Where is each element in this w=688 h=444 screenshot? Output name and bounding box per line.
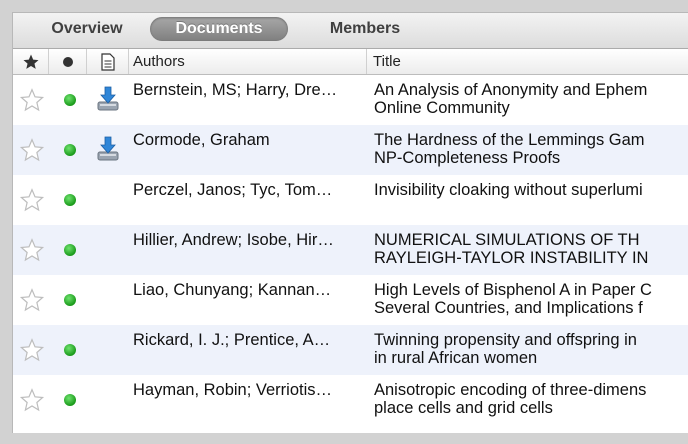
favorite-star-icon[interactable] — [19, 287, 45, 313]
authors-cell: Perczel, Janos; Tyc, Tom… — [133, 181, 333, 199]
read-status-dot-icon[interactable] — [64, 344, 76, 356]
title-line-1: Invisibility cloaking without superlumi — [374, 181, 643, 199]
library-window: Overview Documents Members Authors Title… — [12, 12, 688, 433]
title-cell: An Analysis of Anonymity and Ephem Online… — [374, 81, 688, 117]
title-line-1: Anisotropic encoding of three-dimens — [374, 381, 647, 399]
read-status-dot-icon[interactable] — [64, 394, 76, 406]
read-status-dot-icon[interactable] — [64, 94, 76, 106]
download-file-icon[interactable] — [96, 136, 120, 162]
table-row[interactable]: Rickard, I. J.; Prentice, A… Twinning pro… — [13, 325, 688, 375]
download-file-icon[interactable] — [96, 86, 120, 112]
tab-bar: Overview Documents Members — [13, 13, 688, 49]
title-line-1: The Hardness of the Lemmings Gam — [374, 131, 645, 149]
document-icon — [100, 53, 115, 71]
title-line-1: NUMERICAL SIMULATIONS OF TH — [374, 231, 640, 249]
favorite-star-icon[interactable] — [19, 137, 45, 163]
read-status-dot-icon[interactable] — [64, 294, 76, 306]
read-status-dot-icon[interactable] — [64, 244, 76, 256]
column-header: Authors Title — [13, 49, 688, 75]
favorite-star-icon[interactable] — [19, 237, 45, 263]
title-line-2: Online Community — [374, 99, 510, 117]
favorite-star-icon[interactable] — [19, 387, 45, 413]
table-row[interactable]: Cormode, Graham The Hardness of the Lemmi… — [13, 125, 688, 175]
title-cell: Invisibility cloaking without superlumi — [374, 181, 688, 199]
tab-members[interactable]: Members — [305, 17, 425, 41]
favorite-star-icon[interactable] — [19, 87, 45, 113]
title-cell: High Levels of Bisphenol A in Paper C Sev… — [374, 281, 688, 317]
tab-documents[interactable]: Documents — [150, 17, 288, 41]
title-cell: Anisotropic encoding of three-dimens plac… — [374, 381, 688, 417]
table-row[interactable]: Bernstein, MS; Harry, Dre… An Analysis of… — [13, 75, 688, 125]
document-list: Bernstein, MS; Harry, Dre… An Analysis of… — [13, 75, 688, 425]
tab-overview[interactable]: Overview — [27, 17, 147, 41]
authors-cell: Liao, Chunyang; Kannan… — [133, 281, 332, 299]
table-row[interactable]: Perczel, Janos; Tyc, Tom… Invisibility cl… — [13, 175, 688, 225]
title-line-2: RAYLEIGH-TAYLOR INSTABILITY IN — [374, 249, 649, 267]
dot-icon — [62, 57, 73, 67]
favorite-star-icon[interactable] — [19, 187, 45, 213]
column-read-status[interactable] — [49, 49, 87, 74]
authors-cell: Hillier, Andrew; Isobe, Hir… — [133, 231, 334, 249]
read-status-dot-icon[interactable] — [64, 144, 76, 156]
star-icon — [23, 54, 38, 69]
table-row[interactable]: Hayman, Robin; Verriotis… Anisotropic enc… — [13, 375, 688, 425]
column-authors[interactable]: Authors — [129, 49, 367, 74]
table-row[interactable]: Hillier, Andrew; Isobe, Hir… NUMERICAL SI… — [13, 225, 688, 275]
title-line-2: Several Countries, and Implications f — [374, 299, 643, 317]
title-cell: The Hardness of the Lemmings Gam NP-Compl… — [374, 131, 688, 167]
title-line-2: place cells and grid cells — [374, 399, 553, 417]
column-title[interactable]: Title — [367, 49, 688, 74]
authors-cell: Bernstein, MS; Harry, Dre… — [133, 81, 338, 99]
title-line-1: Twinning propensity and offspring in — [374, 331, 637, 349]
authors-cell: Hayman, Robin; Verriotis… — [133, 381, 332, 399]
table-row[interactable]: Liao, Chunyang; Kannan… High Levels of Bi… — [13, 275, 688, 325]
favorite-star-icon[interactable] — [19, 337, 45, 363]
column-file[interactable] — [87, 49, 129, 74]
authors-cell: Cormode, Graham — [133, 131, 270, 149]
title-cell: Twinning propensity and offspring in in r… — [374, 331, 688, 367]
read-status-dot-icon[interactable] — [64, 194, 76, 206]
title-line-2: in rural African women — [374, 349, 538, 367]
authors-cell: Rickard, I. J.; Prentice, A… — [133, 331, 331, 349]
title-line-1: An Analysis of Anonymity and Ephem — [374, 81, 648, 99]
column-star[interactable] — [13, 49, 49, 74]
title-line-1: High Levels of Bisphenol A in Paper C — [374, 281, 652, 299]
title-cell: NUMERICAL SIMULATIONS OF TH RAYLEIGH-TAYL… — [374, 231, 688, 267]
title-line-2: NP-Completeness Proofs — [374, 149, 561, 167]
